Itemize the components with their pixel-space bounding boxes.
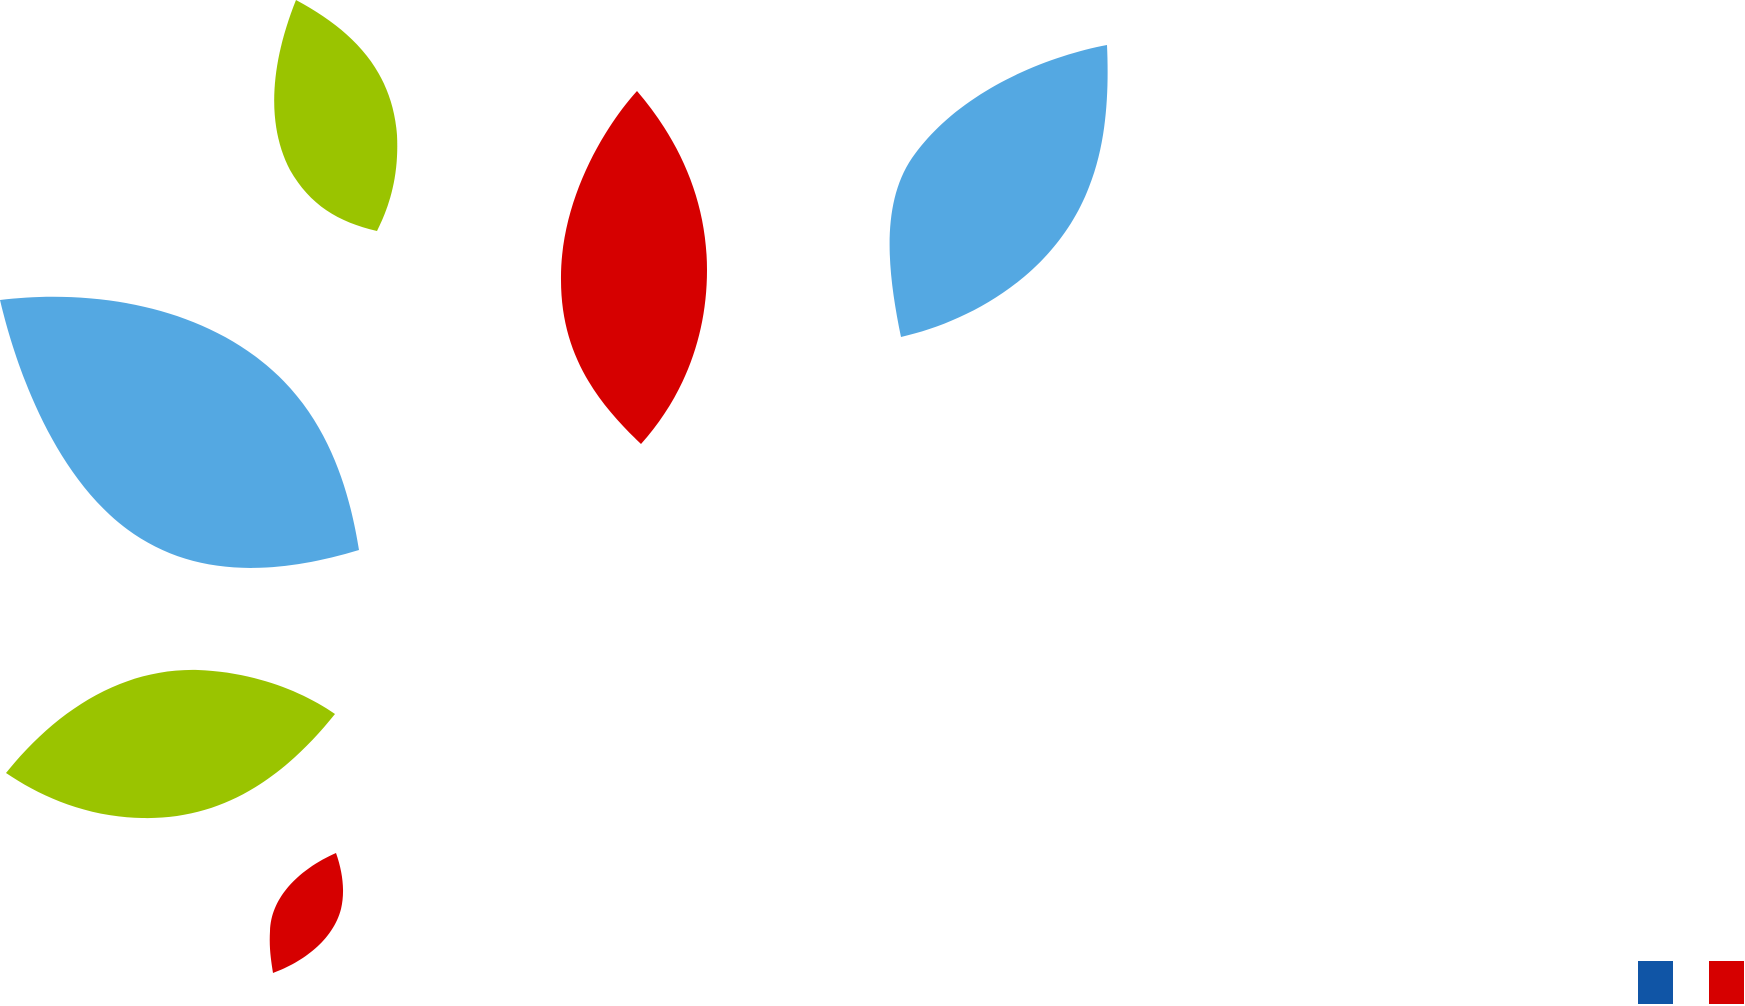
green-leaf-bottom: [6, 669, 335, 819]
red-leaf-small: [269, 853, 344, 973]
blue-swatch: [1638, 961, 1673, 1004]
blue-leaf-right: [889, 45, 1108, 337]
blue-leaf-left: [0, 296, 359, 568]
red-swatch: [1709, 961, 1744, 1004]
leaf-graphic: [0, 0, 1108, 973]
red-leaf-center: [560, 91, 707, 444]
green-leaf-top: [274, 0, 398, 231]
